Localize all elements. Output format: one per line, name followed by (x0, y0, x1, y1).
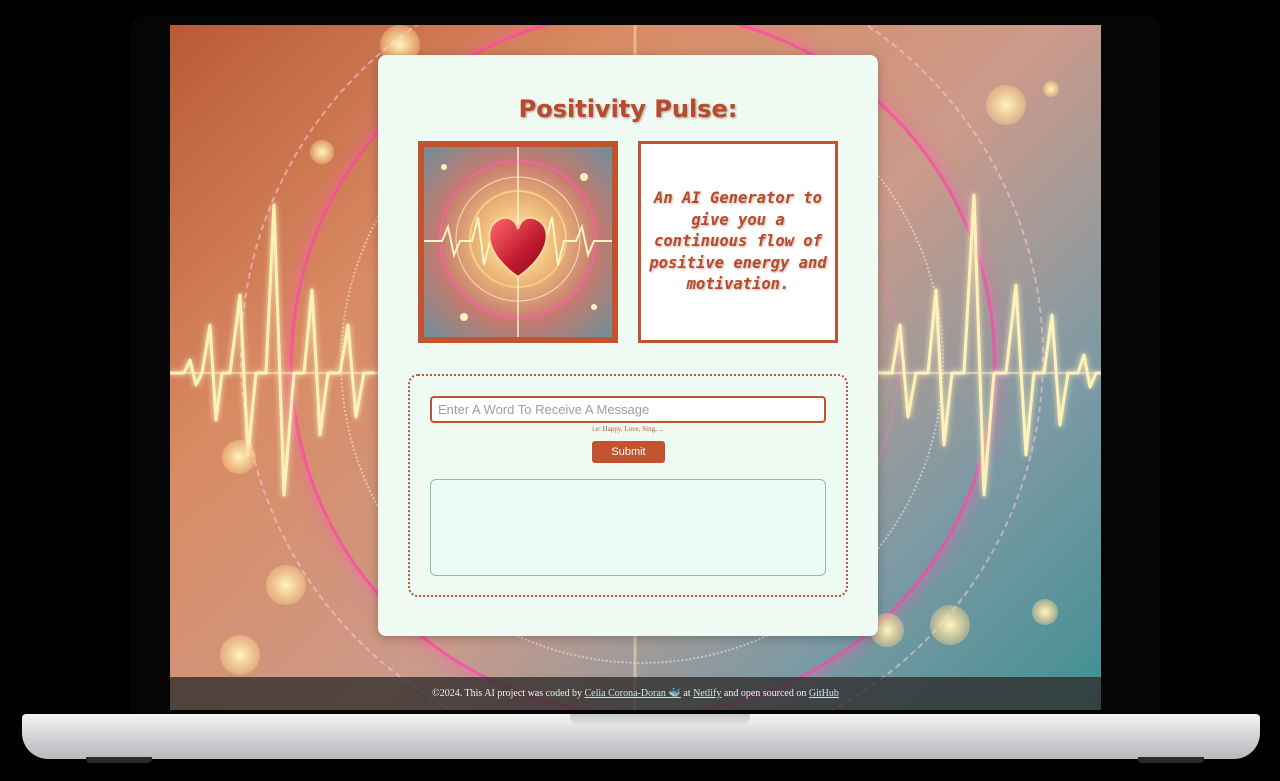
hero-image (418, 141, 618, 343)
heart-pulse-icon (424, 147, 612, 337)
word-input[interactable] (430, 396, 826, 423)
footer-at-text: at (680, 688, 694, 699)
netlify-link[interactable]: Netlify (693, 688, 721, 699)
tagline: An AI Generator to give you a continuous… (649, 189, 827, 294)
laptop-foot (86, 757, 152, 763)
laptop-base (22, 714, 1260, 759)
bokeh-light (310, 140, 334, 164)
footer-prefix: ©2024. This AI project was coded by (432, 688, 585, 699)
laptop-notch (570, 714, 750, 726)
tagline-box: An AI Generator to give you a continuous… (638, 141, 838, 343)
pulse-wave-right (878, 193, 1101, 497)
bokeh-light (266, 565, 306, 605)
message-form: i.e: Happy, Love, Sing, ... Submit (408, 374, 848, 597)
pulse-wave-left (170, 203, 375, 497)
footer-mid-text: and open sourced on (721, 688, 809, 699)
footer: ©2024. This AI project was coded by Celi… (170, 677, 1101, 710)
bokeh-light (1043, 81, 1059, 97)
github-link[interactable]: GitHub (809, 688, 839, 699)
bokeh-light (930, 605, 970, 645)
bokeh-light (1032, 599, 1058, 625)
bokeh-light (986, 85, 1026, 125)
input-hint: i.e: Happy, Love, Sing, ... (592, 425, 664, 433)
author-link[interactable]: Celia Corona-Doran 🐳 (585, 688, 681, 699)
laptop-foot (1138, 757, 1204, 763)
message-output (430, 479, 826, 576)
main-card: Positivity Pulse: An AI Generator to giv… (378, 55, 878, 636)
page-title: Positivity Pulse: (518, 95, 738, 123)
browser-viewport: Positivity Pulse: An AI Generator to giv… (170, 25, 1101, 710)
submit-button[interactable]: Submit (592, 441, 665, 463)
bokeh-light (220, 635, 260, 675)
bokeh-light (222, 440, 256, 474)
